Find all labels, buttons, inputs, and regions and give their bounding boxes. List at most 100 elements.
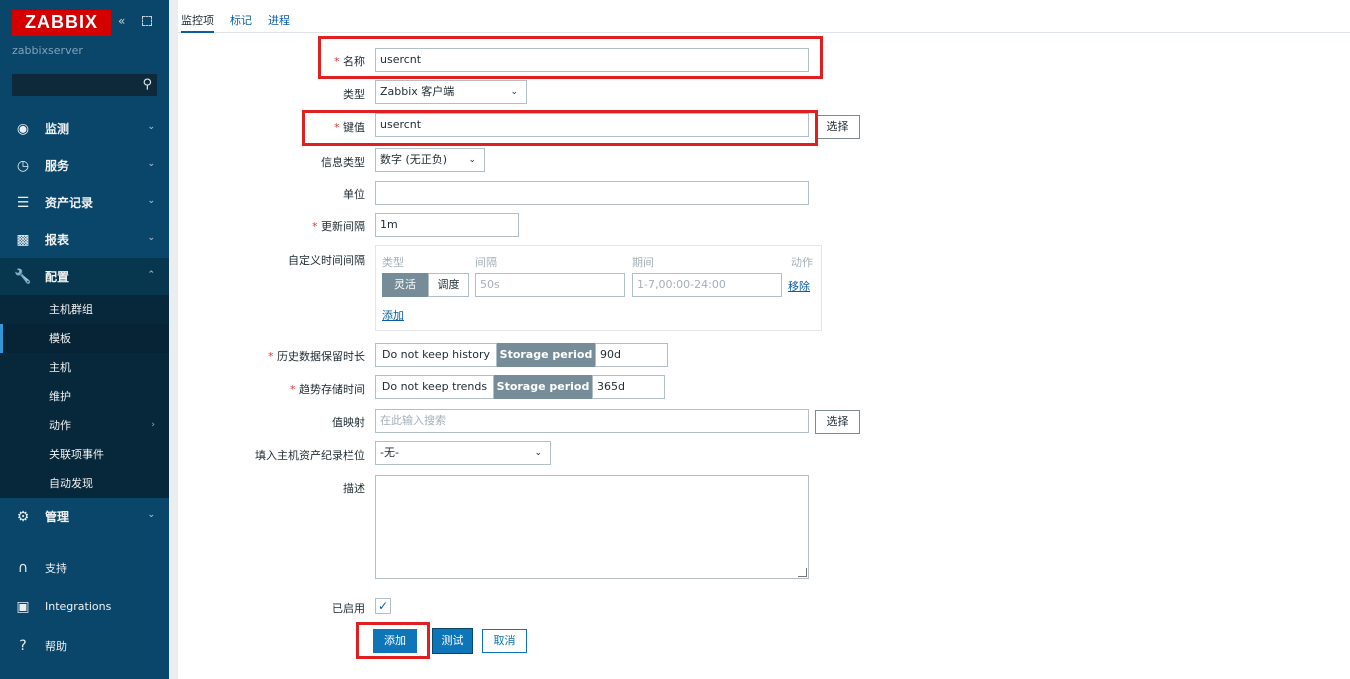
wrench-icon: 🔧 [14,268,32,285]
submenu-maintenance[interactable]: 维护 [0,382,169,411]
kiosk-mode-icon[interactable] [142,16,152,26]
trends-period-field[interactable]: 365d [592,375,665,399]
description-label: 描述 [343,482,365,495]
cancel-button[interactable]: 取消 [482,629,527,653]
chevron-down-icon: ⌄ [147,196,155,206]
chevron-down-icon: ⌄ [534,448,542,458]
history-storage-toggle[interactable]: Storage period [497,343,595,367]
integrations-icon: ▣ [16,598,30,615]
submenu-hosts[interactable]: 主机 [0,353,169,382]
test-button[interactable]: 测试 [433,629,472,653]
col-action: 动作 [791,256,813,269]
menu-inventory[interactable]: ☰ 资产记录 ⌄ [0,184,169,221]
menu-label: 资产记录 [45,196,94,210]
menu-label: 管理 [45,510,70,524]
headset-icon: ∩ [17,559,29,576]
add-interval-link[interactable]: 添加 [382,307,404,323]
submenu-actions[interactable]: 动作 › [0,411,169,440]
scheduling-toggle[interactable]: 调度 [428,273,469,297]
gear-icon: ⚙ [16,508,30,525]
chevron-right-icon: › [151,420,155,430]
trends-label: * 趋势存储时间 [178,381,365,397]
chevron-down-icon: ⌄ [147,510,155,520]
chevron-down-icon: ⌄ [147,233,155,243]
units-label: 单位 [343,188,365,201]
search-icon[interactable]: ⚲ [142,77,152,92]
interval-label: * 更新间隔 [178,218,365,234]
required-marker: * [290,383,299,396]
submenu-label: 动作 [49,419,71,432]
info-type-label: 信息类型 [321,156,365,169]
col-interval: 间隔 [475,256,497,269]
menu-configuration[interactable]: 🔧 配置 ⌃ [0,258,169,295]
remove-link[interactable]: 移除 [788,278,810,294]
col-type: 类型 [382,256,404,269]
resize-grip-icon[interactable] [798,568,807,577]
tab-item[interactable]: 监控项 [181,0,214,33]
menu-help[interactable]: ? 帮助 [0,627,169,664]
help-icon: ? [19,637,27,654]
menu-label: 支持 [45,561,67,575]
type-select[interactable]: Zabbix 客户端 ⌄ [375,80,527,104]
highlight-box [318,36,823,79]
valuemap-label: 值映射 [332,416,365,429]
type-value: Zabbix 客户端 [380,85,455,98]
type-label: 类型 [343,88,365,101]
valuemap-select-button[interactable]: 选择 [815,410,860,434]
menu-administration[interactable]: ⚙ 管理 ⌄ [0,498,169,535]
history-period-field[interactable]: 90d [595,343,668,367]
info-type-value: 数字 (无正负) [380,153,448,166]
menu-label: 配置 [45,270,70,284]
key-select-button[interactable]: 选择 [815,115,860,139]
tab-tags[interactable]: 标记 [230,0,252,33]
label-text: 更新间隔 [321,220,365,233]
custom-interval-field[interactable]: 50s [475,273,625,297]
list-icon: ☰ [16,194,30,211]
menu-monitoring[interactable]: ◉ 监测 ⌄ [0,110,169,147]
menu-label: 监测 [45,122,70,136]
trends-storage-toggle[interactable]: Storage period [494,375,592,399]
stopwatch-icon: ◷ [16,157,30,174]
submenu-event-correlation[interactable]: 关联项事件 [0,440,169,469]
menu-services[interactable]: ◷ 服务 ⌄ [0,147,169,184]
chevron-down-icon: ⌄ [147,122,155,132]
inventory-value: -无- [380,446,399,459]
inventory-label: 填入主机资产纪录栏位 [255,449,365,462]
units-field[interactable] [375,181,809,205]
tab-bar: 监控项 标记 进程 [178,0,1350,33]
tab-preprocessing[interactable]: 进程 [268,0,290,33]
col-period: 期间 [632,256,654,269]
menu-integrations[interactable]: ▣ Integrations [0,588,169,625]
submenu-discovery[interactable]: 自动发现 [0,469,169,498]
zabbix-logo[interactable]: ZABBIX [12,10,111,36]
flexible-toggle[interactable]: 灵活 [382,273,428,297]
enabled-checkbox[interactable]: ✓ [375,598,391,614]
custom-intervals-table: 类型 间隔 期间 动作 灵活 调度 50s 1-7,00:00-24:00 移除… [375,245,822,331]
label-text: 历史数据保留时长 [277,350,365,363]
highlight-box [356,622,430,659]
custom-intervals-label: 自定义时间间隔 [288,254,365,267]
collapse-sidebar-icon[interactable]: « [118,14,125,28]
menu-label: Integrations [45,600,112,613]
checkmark-icon: ✓ [377,599,389,613]
submenu-host-groups[interactable]: 主机群组 [0,295,169,324]
server-name: zabbixserver [12,44,83,57]
chevron-up-icon: ⌃ [147,270,155,280]
required-marker: * [312,220,321,233]
custom-period-field[interactable]: 1-7,00:00-24:00 [632,273,782,297]
history-no-keep-toggle[interactable]: Do not keep history [375,343,497,367]
interval-field[interactable]: 1m [375,213,519,237]
menu-support[interactable]: ∩ 支持 [0,549,169,586]
inventory-select[interactable]: -无- ⌄ [375,441,551,465]
menu-reports[interactable]: ▩ 报表 ⌄ [0,221,169,258]
valuemap-field[interactable]: 在此输入搜索 [375,409,809,433]
description-textarea[interactable] [375,475,809,579]
info-type-select[interactable]: 数字 (无正负) ⌄ [375,148,485,172]
trends-no-keep-toggle[interactable]: Do not keep trends [375,375,494,399]
menu-label: 服务 [45,159,70,173]
configuration-submenu: 主机群组 模板 主机 维护 动作 › 关联项事件 自动发现 [0,295,169,498]
sidebar: ZABBIX « zabbixserver ⚲ ◉ 监测 ⌄ ◷ 服务 ⌄ ☰ 资产记录 ⌄… [0,0,169,679]
search-input[interactable]: ⚲ [12,74,157,96]
label-text: 趋势存储时间 [299,383,365,396]
submenu-templates[interactable]: 模板 [0,324,169,353]
